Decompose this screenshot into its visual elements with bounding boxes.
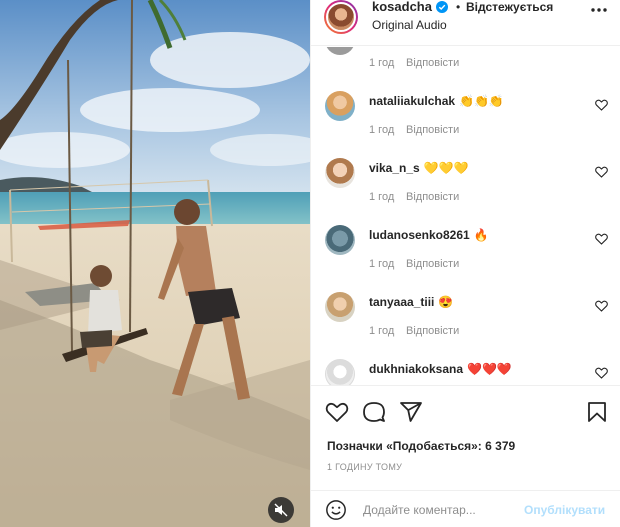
comment-input[interactable] xyxy=(363,501,523,519)
muted-speaker-icon xyxy=(274,503,288,517)
comment-item: ludanosenko8261 🔥 xyxy=(369,228,489,242)
comment-username[interactable]: ludanosenko8261 xyxy=(369,228,470,242)
comment-text: 🔥 xyxy=(473,228,489,242)
post-timestamp[interactable]: 1 ГОДИНУ ТОМУ xyxy=(327,462,402,472)
comment-username[interactable]: nataliiakulchak xyxy=(369,94,455,108)
like-comment-heart-icon[interactable] xyxy=(595,99,608,111)
like-comment-heart-icon[interactable] xyxy=(595,166,608,178)
post-actions: Позначки «Подобається»: 6 379 1 ГОДИНУ Т… xyxy=(311,385,620,527)
comment-avatar[interactable] xyxy=(325,292,355,322)
comment-username[interactable]: vika_n_s xyxy=(369,161,420,175)
heart-icon[interactable] xyxy=(325,400,349,424)
mute-button[interactable] xyxy=(268,497,294,523)
instagram-post-view: kosadcha • Відстежується Original Audio … xyxy=(0,0,620,527)
post-video[interactable] xyxy=(0,0,310,527)
likes-count[interactable]: Позначки «Подобається»: 6 379 xyxy=(327,439,515,453)
comment-text: ❤️❤️❤️ xyxy=(467,362,512,376)
reply-button[interactable]: Відповісти xyxy=(406,325,459,337)
comments-list[interactable]: 1 год Відповісти nataliiakulchak 👏👏👏 1 го… xyxy=(311,47,620,385)
comment-time: 1 год xyxy=(369,325,395,337)
add-comment-bar: Опублікувати xyxy=(311,490,620,527)
comment-item: vika_n_s 💛💛💛 xyxy=(369,161,469,175)
comment-item: dukhniakoksana ❤️❤️❤️ xyxy=(369,362,512,376)
share-icon[interactable] xyxy=(399,400,423,424)
comment-avatar[interactable] xyxy=(325,359,355,385)
reply-button[interactable]: Відповісти xyxy=(406,57,459,69)
comment-item: nataliiakulchak 👏👏👏 xyxy=(369,94,504,108)
reply-button[interactable]: Відповісти xyxy=(406,191,459,203)
author-avatar[interactable] xyxy=(324,0,358,34)
author-username[interactable]: kosadcha xyxy=(372,0,432,14)
comment-username[interactable]: dukhniakoksana xyxy=(369,362,463,376)
like-comment-heart-icon[interactable] xyxy=(595,300,608,312)
comment-avatar[interactable] xyxy=(325,47,355,55)
verified-badge-icon xyxy=(436,1,448,13)
more-options-icon[interactable] xyxy=(589,5,609,15)
comment-text: 💛💛💛 xyxy=(423,161,469,175)
beach-swing-scene xyxy=(0,0,310,527)
like-comment-heart-icon[interactable] xyxy=(595,233,608,245)
comment-username[interactable]: tanyaaa_tiii xyxy=(369,295,434,309)
comment-avatar[interactable] xyxy=(325,158,355,188)
emoji-icon[interactable] xyxy=(325,499,347,521)
like-comment-heart-icon[interactable] xyxy=(595,367,608,379)
comment-time: 1 год xyxy=(369,57,395,69)
reply-button[interactable]: Відповісти xyxy=(406,124,459,136)
following-button[interactable]: Відстежується xyxy=(466,0,553,14)
comment-time: 1 год xyxy=(369,258,395,270)
comment-text: 👏👏👏 xyxy=(459,94,504,108)
comment-time: 1 год xyxy=(369,191,395,203)
reply-button[interactable]: Відповісти xyxy=(406,258,459,270)
comment-avatar[interactable] xyxy=(325,91,355,121)
comment-icon[interactable] xyxy=(362,400,386,424)
bookmark-icon[interactable] xyxy=(585,400,609,424)
header-separator: • xyxy=(456,0,461,14)
comment-item: tanyaaa_tiii 😍 xyxy=(369,295,453,309)
comment-text: 😍 xyxy=(438,295,454,309)
comment-avatar[interactable] xyxy=(325,225,355,255)
post-header: kosadcha • Відстежується Original Audio xyxy=(311,0,620,46)
publish-button[interactable]: Опублікувати xyxy=(524,503,605,517)
post-side-panel: kosadcha • Відстежується Original Audio … xyxy=(310,0,620,527)
audio-label[interactable]: Original Audio xyxy=(372,18,447,32)
comment-time: 1 год xyxy=(369,124,395,136)
